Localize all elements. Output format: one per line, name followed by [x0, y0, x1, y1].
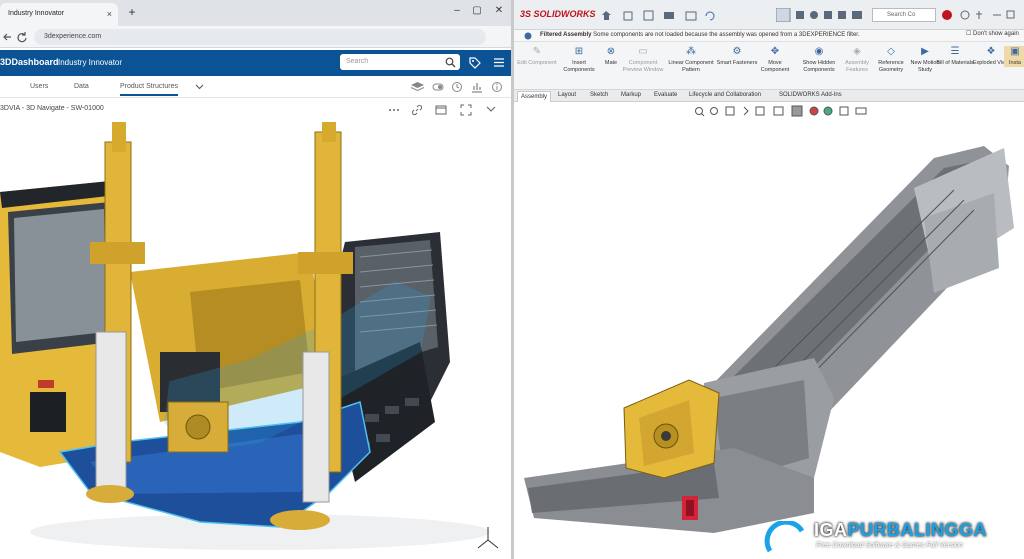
- smart-fasteners-button[interactable]: ⚙ Smart Fasteners: [716, 46, 758, 67]
- fasteners-icon: ⚙: [732, 46, 742, 57]
- tab-addins[interactable]: SOLIDWORKS Add-Ins: [779, 92, 842, 98]
- dont-show-checkbox[interactable]: ☐ Don't show again: [966, 30, 1019, 37]
- pattern-icon: ⁂: [686, 46, 696, 57]
- search-input[interactable]: Search: [340, 54, 460, 70]
- clock-icon[interactable]: [451, 81, 463, 93]
- instant3d-button[interactable]: ▣ Insta: [1004, 46, 1024, 67]
- edit-component-button[interactable]: ✎ Edit Component: [516, 46, 558, 67]
- dont-show-label: Don't show again: [973, 31, 1019, 37]
- browser-tab[interactable]: Industry Innovator ×: [0, 3, 118, 26]
- mate-icon: ⊗: [606, 46, 616, 57]
- assembly-features-icon: ◈: [853, 46, 861, 57]
- watermark-tagline: Free Download Software & Games Full Vers…: [816, 542, 963, 549]
- 3d-viewport[interactable]: [0, 122, 511, 559]
- toggle-icon[interactable]: [432, 81, 444, 93]
- tab-lifecycle[interactable]: Lifecycle and Collaboration: [689, 92, 761, 98]
- tab-layout[interactable]: Layout: [558, 92, 576, 98]
- panel-title: 3DVIA - 3D Navigate - SW-01000: [0, 105, 104, 112]
- drilling-rig-model[interactable]: [0, 122, 511, 559]
- window-icon[interactable]: [435, 104, 447, 116]
- stack-icon[interactable]: [410, 81, 425, 92]
- url-input[interactable]: 3dexperience.com: [34, 29, 486, 45]
- insert-components-button[interactable]: ⊞ Insert Components: [558, 46, 600, 73]
- info-icon: [524, 32, 532, 40]
- tab-data[interactable]: Data: [74, 83, 89, 90]
- solidworks-window: 3S SOLIDWORKS Search Co Filtered Assembl…: [511, 0, 1024, 559]
- heads-up-view-toolbar[interactable]: [694, 105, 874, 117]
- fullscreen-icon[interactable]: [460, 104, 472, 116]
- filtered-assembly-banner: Filtered Assembly Some components are no…: [514, 30, 1024, 42]
- filtered-message: Some components are not loaded because t…: [593, 32, 860, 38]
- instant3d-icon: ▣: [1010, 46, 1020, 57]
- more-icon[interactable]: [388, 104, 400, 116]
- watermark-name: IGAPURBALINGGA: [814, 520, 988, 540]
- info-icon[interactable]: [491, 81, 503, 93]
- tab-title: Industry Innovator: [8, 10, 65, 17]
- watermark-logo-icon: [764, 521, 805, 557]
- watermark: IGAPURBALINGGA Free Download Software & …: [760, 517, 1024, 559]
- bom-icon: ☰: [950, 46, 960, 57]
- show-hidden-button[interactable]: ◉ Show Hidden Components: [798, 46, 840, 73]
- motion-study-icon: ▶: [921, 46, 929, 57]
- tab-assembly[interactable]: Assembly: [517, 91, 552, 102]
- sw-window-icons[interactable]: [941, 9, 1021, 21]
- maximize-icon[interactable]: ▢: [468, 5, 486, 16]
- preview-window-icon: ▭: [638, 46, 648, 57]
- sw-title-bar: 3S SOLIDWORKS Search Co: [514, 0, 1024, 30]
- window-close-icon[interactable]: ✕: [490, 5, 508, 16]
- exploded-view-icon: ❖: [986, 46, 996, 57]
- quick-access-toolbar[interactable]: [602, 10, 722, 22]
- chevron-down-icon[interactable]: [195, 84, 204, 90]
- tab-markup[interactable]: Markup: [621, 92, 641, 98]
- view-toolbar[interactable]: [776, 8, 866, 22]
- app-title: Industry Innovator: [58, 58, 123, 67]
- link-icon[interactable]: [411, 104, 423, 116]
- tag-icon[interactable]: [468, 56, 481, 69]
- close-icon[interactable]: ×: [107, 9, 112, 19]
- show-hidden-icon: ◉: [814, 46, 824, 57]
- minimize-icon[interactable]: –: [448, 5, 466, 16]
- new-tab-button[interactable]: +: [124, 5, 140, 21]
- chart-icon[interactable]: [471, 81, 483, 93]
- move-component-icon: ✥: [770, 46, 780, 57]
- sw-assembly-model[interactable]: [514, 118, 1024, 559]
- back-icon[interactable]: [2, 31, 14, 43]
- collapse-chevron-icon[interactable]: [486, 106, 496, 113]
- dashboard-brand[interactable]: 3DDashboard: [0, 57, 59, 67]
- search-icon[interactable]: [445, 57, 456, 68]
- component-preview-button[interactable]: ▭ Component Preview Window: [622, 46, 664, 73]
- linear-pattern-button[interactable]: ⁂ Linear Component Pattern: [664, 46, 718, 73]
- reload-icon[interactable]: [16, 31, 28, 43]
- edit-component-icon: ✎: [532, 46, 542, 57]
- sw-graphics-area[interactable]: [514, 118, 1024, 559]
- browser-window: Industry Innovator × + – ▢ ✕ 3dexperienc…: [0, 0, 511, 559]
- move-component-button[interactable]: ✥ Move Component: [754, 46, 796, 73]
- filtered-label: Filtered Assembly: [540, 32, 592, 38]
- tab-evaluate[interactable]: Evaluate: [654, 92, 677, 98]
- tab-product-structures[interactable]: Product Structures: [120, 83, 178, 96]
- tab-users[interactable]: Users: [30, 83, 48, 90]
- sw-search-input[interactable]: Search Co: [872, 8, 936, 22]
- insert-components-icon: ⊞: [574, 46, 584, 57]
- solidworks-logo[interactable]: 3S SOLIDWORKS: [520, 9, 596, 19]
- reference-geometry-icon: ◇: [887, 46, 895, 57]
- menu-icon[interactable]: [493, 57, 505, 68]
- tab-sketch[interactable]: Sketch: [590, 92, 608, 98]
